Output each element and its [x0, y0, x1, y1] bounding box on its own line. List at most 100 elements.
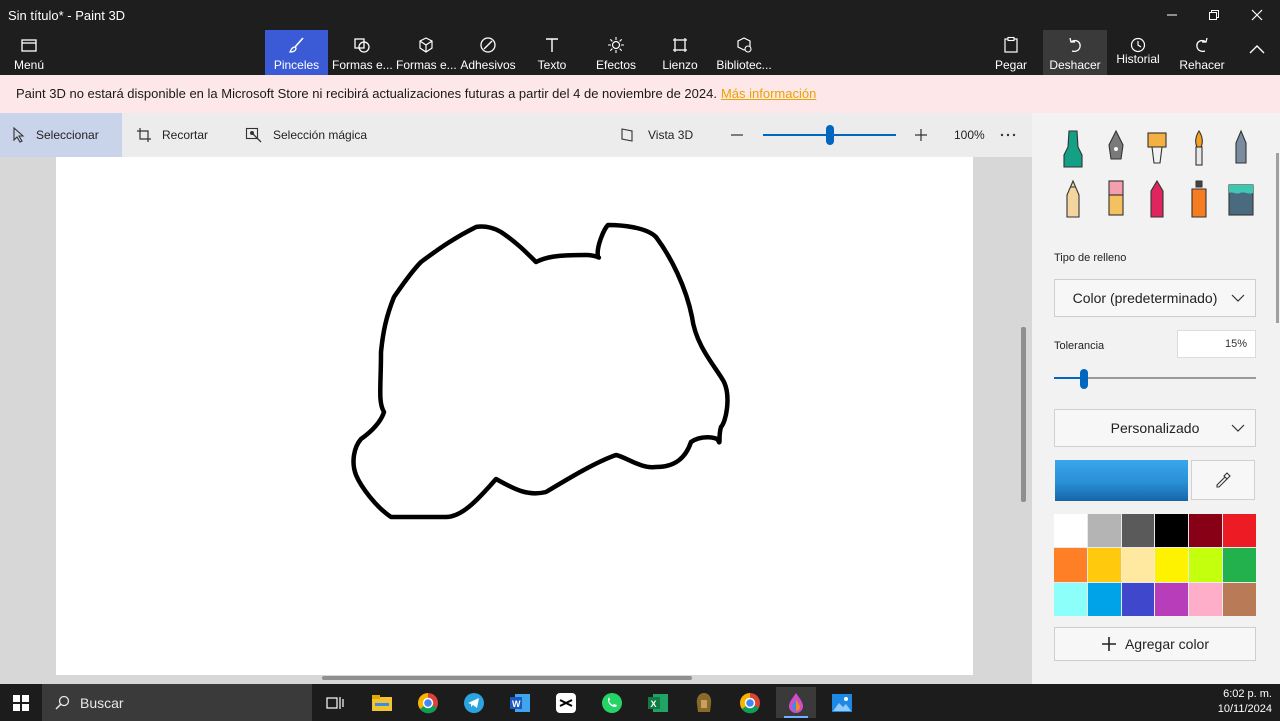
palette-swatch[interactable]	[1087, 548, 1121, 582]
library-icon	[737, 37, 752, 53]
tab-stickers[interactable]: Adhesivos	[460, 30, 516, 75]
more-icon	[1000, 133, 1016, 137]
oil-brush-icon[interactable]	[1142, 129, 1172, 169]
magic-select-button[interactable]: Selección mágica	[245, 113, 367, 157]
telegram-button[interactable]	[454, 687, 494, 718]
view-3d-icon	[621, 128, 633, 142]
task-view-button[interactable]	[315, 687, 355, 718]
tolerance-input[interactable]: 15%	[1177, 330, 1256, 358]
vertical-scrollbar[interactable]	[1021, 327, 1026, 502]
fill-type-dropdown[interactable]: Color (predeterminado)	[1054, 279, 1256, 317]
palette-swatch[interactable]	[1054, 514, 1087, 548]
fill-bucket-icon[interactable]	[1226, 179, 1256, 219]
paste-button[interactable]: Pegar	[985, 30, 1037, 75]
calligraphy-pen-icon[interactable]	[1101, 129, 1131, 169]
tab-3d-shapes[interactable]: Formas e...	[396, 30, 456, 75]
eyedropper-button[interactable]	[1191, 460, 1255, 500]
menu-button[interactable]: Menú	[0, 30, 58, 75]
zoom-in-button[interactable]	[913, 113, 939, 157]
tab-effects[interactable]: Efectos	[590, 30, 642, 75]
taskbar-search[interactable]: Buscar	[42, 684, 312, 721]
drawing-canvas[interactable]	[56, 157, 973, 675]
file-explorer-button[interactable]	[362, 687, 402, 718]
zoom-out-button[interactable]	[729, 113, 755, 157]
tab-label: Formas e...	[332, 58, 392, 72]
palette-swatch[interactable]	[1223, 514, 1256, 548]
tab-2d-shapes[interactable]: Formas e...	[332, 30, 392, 75]
palette-swatch[interactable]	[1121, 548, 1155, 582]
view-3d-button[interactable]: Vista 3D	[620, 113, 693, 157]
start-button[interactable]	[0, 684, 42, 721]
chrome-button[interactable]	[408, 687, 448, 718]
maximize-button[interactable]	[1194, 4, 1234, 28]
photos-icon	[832, 693, 852, 712]
system-clock[interactable]: 6:02 p. m. 10/11/2024	[1218, 687, 1272, 717]
palette-swatch[interactable]	[1155, 582, 1189, 616]
tab-canvas[interactable]: Lienzo	[656, 30, 704, 75]
crop-button[interactable]: Recortar	[136, 113, 208, 157]
whatsapp-icon	[602, 692, 622, 713]
magic-select-label: Selección mágica	[273, 128, 368, 142]
svg-text:X: X	[651, 699, 657, 709]
palette-swatch[interactable]	[1189, 582, 1223, 616]
current-color-swatch[interactable]	[1055, 460, 1188, 501]
palette-swatch[interactable]	[1121, 514, 1155, 548]
more-options-button[interactable]	[1000, 113, 1026, 157]
close-button[interactable]	[1237, 4, 1277, 28]
pencil-icon[interactable]	[1058, 179, 1088, 219]
eraser-icon[interactable]	[1101, 179, 1131, 219]
clock-time: 6:02 p. m.	[1223, 688, 1272, 700]
search-placeholder: Buscar	[80, 694, 124, 711]
fill-type-label: Tipo de relleno	[1054, 252, 1127, 264]
palette-swatch[interactable]	[1155, 548, 1189, 582]
palette-swatch[interactable]	[1054, 582, 1087, 616]
shapes-2d-icon	[354, 38, 370, 53]
palette-swatch[interactable]	[1223, 548, 1256, 582]
excel-icon: X	[648, 693, 668, 712]
tolerance-slider-thumb[interactable]	[1080, 369, 1088, 389]
whatsapp-button[interactable]	[592, 687, 632, 718]
palette-swatch[interactable]	[1054, 548, 1087, 582]
add-color-button[interactable]: Agregar color	[1054, 627, 1256, 661]
zoom-slider-thumb[interactable]	[826, 125, 834, 145]
tab-brushes[interactable]: Pinceles	[265, 30, 328, 75]
redo-button[interactable]: Rehacer	[1173, 30, 1231, 75]
palette-swatch[interactable]	[1155, 514, 1189, 548]
custom-dropdown[interactable]: Personalizado	[1054, 409, 1256, 447]
select-button[interactable]: Seleccionar	[0, 113, 122, 157]
excel-button[interactable]: X	[638, 687, 678, 718]
palette-swatch[interactable]	[1121, 582, 1155, 616]
crop-label: Recortar	[162, 128, 209, 142]
palette-swatch[interactable]	[1087, 514, 1121, 548]
marker-brush-icon[interactable]	[1058, 129, 1088, 169]
spray-can-icon[interactable]	[1184, 179, 1214, 219]
tab-label: Formas e...	[396, 58, 456, 72]
brush-icon	[288, 37, 304, 53]
panel-scrollbar[interactable]	[1276, 153, 1279, 323]
tab-library[interactable]: Bibliotec...	[714, 30, 774, 75]
capcut-button[interactable]	[546, 687, 586, 718]
word-button[interactable]: W	[500, 687, 540, 718]
paint3d-button[interactable]	[776, 687, 816, 718]
more-info-link[interactable]: Más información	[721, 86, 816, 101]
photos-button[interactable]	[822, 687, 862, 718]
tab-text[interactable]: Texto	[527, 30, 577, 75]
watercolor-brush-icon[interactable]	[1184, 129, 1214, 169]
collapse-ribbon-button[interactable]	[1240, 30, 1274, 75]
chevron-down-icon	[1231, 424, 1245, 432]
game-button[interactable]	[684, 687, 724, 718]
palette-swatch[interactable]	[1223, 582, 1256, 616]
horizontal-scrollbar[interactable]	[322, 676, 692, 680]
crayon-icon[interactable]	[1142, 179, 1172, 219]
pixel-pen-icon[interactable]	[1226, 129, 1256, 169]
chrome-icon	[740, 692, 760, 713]
palette-swatch[interactable]	[1087, 582, 1121, 616]
minimize-button[interactable]	[1152, 4, 1192, 28]
redo-icon	[1196, 37, 1208, 53]
zoom-slider[interactable]	[763, 113, 896, 157]
undo-button[interactable]: Deshacer	[1043, 30, 1107, 75]
chrome-button-2[interactable]	[730, 687, 770, 718]
palette-swatch[interactable]	[1189, 514, 1223, 548]
history-button[interactable]: Historial	[1110, 30, 1166, 75]
palette-swatch[interactable]	[1189, 548, 1223, 582]
